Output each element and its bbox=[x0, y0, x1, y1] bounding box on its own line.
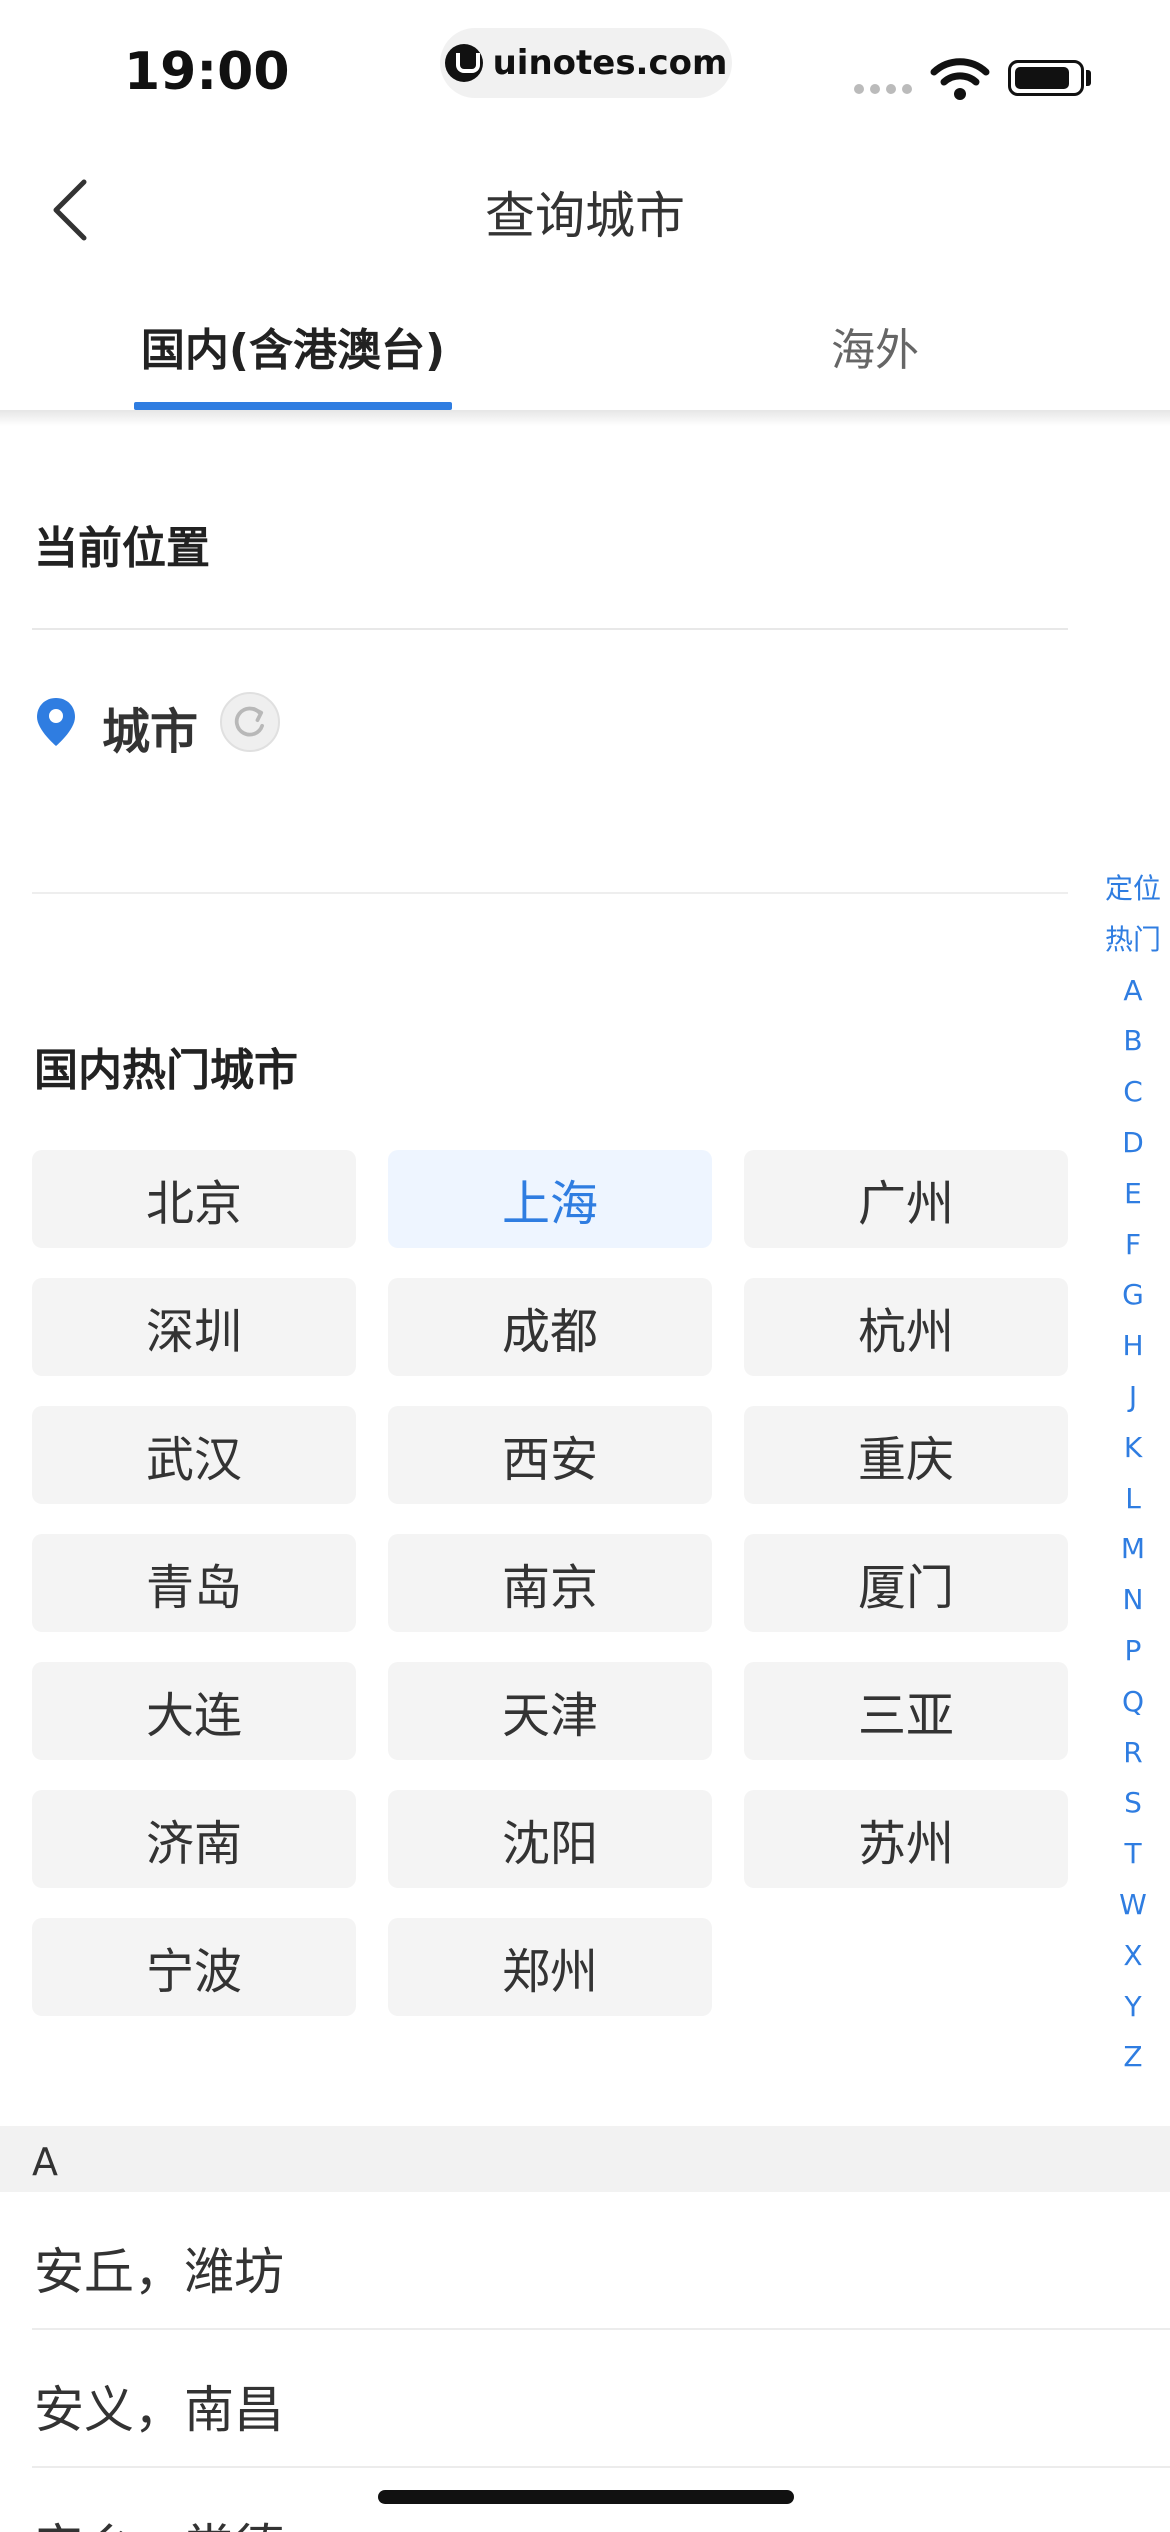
index-item[interactable]: J bbox=[1129, 1372, 1137, 1423]
status-time: 19:00 bbox=[124, 42, 290, 102]
index-item[interactable]: R bbox=[1123, 1728, 1142, 1779]
city-button[interactable]: 三亚 bbox=[744, 1662, 1068, 1760]
index-item[interactable]: E bbox=[1124, 1169, 1142, 1220]
index-item[interactable]: C bbox=[1123, 1067, 1143, 1118]
city-button[interactable]: 苏州 bbox=[744, 1790, 1068, 1888]
index-item[interactable]: Q bbox=[1122, 1677, 1144, 1728]
city-button[interactable]: 广州 bbox=[744, 1150, 1068, 1248]
divider bbox=[32, 892, 1068, 894]
city-list-item-label: 安丘，潍坊 bbox=[34, 2243, 284, 2301]
city-button[interactable]: 青岛 bbox=[32, 1534, 356, 1632]
index-item[interactable]: K bbox=[1124, 1423, 1142, 1474]
hot-cities-grid: 北京 上海 广州 深圳 成都 杭州 武汉 西安 重庆 青岛 南京 厦门 大连 天… bbox=[32, 1150, 1068, 2016]
index-item[interactable]: S bbox=[1124, 1778, 1142, 1829]
city-button[interactable]: 宁波 bbox=[32, 1918, 356, 2016]
index-item[interactable]: T bbox=[1124, 1829, 1141, 1880]
index-item[interactable]: 热门 bbox=[1105, 915, 1161, 966]
index-item[interactable]: L bbox=[1125, 1474, 1141, 1525]
city-button[interactable]: 重庆 bbox=[744, 1406, 1068, 1504]
url-text: uinotes.com bbox=[492, 43, 728, 83]
city-button[interactable]: 大连 bbox=[32, 1662, 356, 1760]
city-button[interactable]: 北京 bbox=[32, 1150, 356, 1248]
index-item[interactable]: 定位 bbox=[1105, 864, 1161, 915]
alphabet-index-bar: 定位 热门 A B C D E F G H J K L M N P Q R S … bbox=[1096, 864, 1170, 2083]
city-button[interactable]: 西安 bbox=[388, 1406, 712, 1504]
refresh-icon bbox=[234, 706, 264, 737]
hot-cities-title: 国内热门城市 bbox=[34, 1045, 298, 1096]
divider bbox=[32, 628, 1068, 630]
tab-overseas[interactable]: 海外 bbox=[780, 314, 970, 378]
index-item[interactable]: N bbox=[1123, 1575, 1144, 1626]
letter-section-label: A bbox=[32, 2140, 58, 2184]
city-list-item-label: 安乡，常德 bbox=[34, 2508, 284, 2532]
city-button[interactable]: 厦门 bbox=[744, 1534, 1068, 1632]
letter-section-header bbox=[0, 2126, 1170, 2192]
index-item[interactable]: D bbox=[1122, 1118, 1144, 1169]
index-item[interactable]: Y bbox=[1124, 1982, 1141, 2033]
active-tab-indicator bbox=[134, 402, 452, 410]
refresh-location-button[interactable] bbox=[220, 692, 280, 752]
index-item[interactable]: M bbox=[1121, 1524, 1145, 1575]
header-shadow bbox=[0, 410, 1170, 426]
index-item[interactable]: G bbox=[1122, 1270, 1144, 1321]
location-pin-icon bbox=[37, 698, 75, 746]
city-button[interactable]: 杭州 bbox=[744, 1278, 1068, 1376]
url-pill[interactable]: uinotes.com bbox=[440, 28, 732, 98]
city-button[interactable]: 南京 bbox=[388, 1534, 712, 1632]
current-location-title: 当前位置 bbox=[34, 523, 210, 574]
city-button[interactable]: 郑州 bbox=[388, 1918, 712, 2016]
battery-tip bbox=[1086, 70, 1091, 86]
home-indicator bbox=[378, 2490, 794, 2504]
city-button[interactable]: 沈阳 bbox=[388, 1790, 712, 1888]
cellular-signal-icon bbox=[854, 84, 912, 94]
index-item[interactable]: X bbox=[1123, 1931, 1142, 1982]
index-item[interactable]: Z bbox=[1123, 2032, 1142, 2083]
index-item[interactable]: W bbox=[1119, 1880, 1147, 1931]
index-item[interactable]: A bbox=[1123, 966, 1142, 1017]
city-button[interactable]: 成都 bbox=[388, 1278, 712, 1376]
city-list-item[interactable]: 安丘，潍坊 bbox=[0, 2192, 1170, 2330]
city-button[interactable]: 天津 bbox=[388, 1662, 712, 1760]
index-item[interactable]: P bbox=[1125, 1626, 1142, 1677]
page-title: 查询城市 bbox=[485, 187, 685, 245]
battery-icon bbox=[1008, 60, 1084, 96]
current-city[interactable]: 城市 bbox=[102, 692, 198, 762]
index-item[interactable]: B bbox=[1123, 1016, 1142, 1067]
wifi-icon bbox=[930, 58, 990, 100]
city-button[interactable]: 济南 bbox=[32, 1790, 356, 1888]
city-button-selected[interactable]: 上海 bbox=[388, 1150, 712, 1248]
city-button[interactable]: 武汉 bbox=[32, 1406, 356, 1504]
index-item[interactable]: F bbox=[1125, 1220, 1141, 1271]
city-list-item[interactable]: 安义，南昌 bbox=[0, 2330, 1170, 2468]
index-item[interactable]: H bbox=[1122, 1321, 1143, 1372]
tab-domestic[interactable]: 国内(含港澳台) bbox=[134, 314, 452, 378]
city-list-item-label: 安义，南昌 bbox=[34, 2381, 284, 2439]
city-button[interactable]: 深圳 bbox=[32, 1278, 356, 1376]
site-logo-icon bbox=[444, 44, 483, 82]
